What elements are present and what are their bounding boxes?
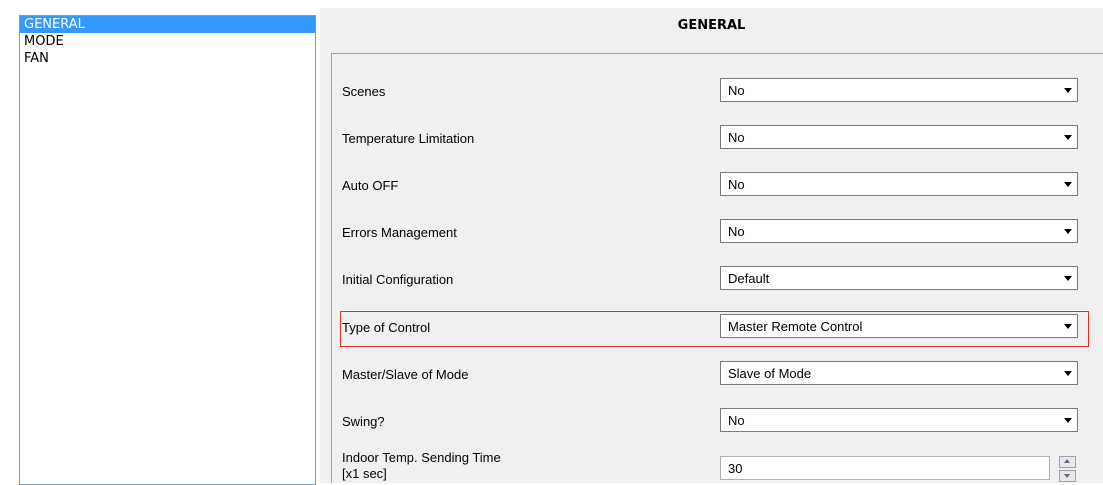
sending-time-spinner: [1059, 456, 1076, 482]
master-slave-mode-dropdown[interactable]: Slave of Mode: [720, 361, 1078, 385]
type-of-control-value: Master Remote Control: [728, 319, 863, 334]
errors-management-dropdown[interactable]: No: [720, 219, 1078, 243]
chevron-down-icon: [1064, 182, 1072, 187]
initial-configuration-label: Initial Configuration: [342, 272, 454, 287]
nav-item-fan[interactable]: FAN: [20, 50, 315, 67]
chevron-down-icon: [1064, 418, 1072, 423]
errors-management-value: No: [728, 224, 745, 239]
chevron-down-icon: [1064, 371, 1072, 376]
sending-time-value: 30: [728, 461, 743, 476]
spin-up-button[interactable]: [1059, 456, 1076, 468]
sending-time-label: Indoor Temp. Sending Time: [342, 450, 501, 465]
sending-time-input[interactable]: 30: [720, 456, 1050, 480]
errors-management-label: Errors Management: [342, 225, 457, 240]
nav-item-general[interactable]: GENERAL: [20, 16, 315, 33]
panel-title: GENERAL: [677, 18, 746, 33]
chevron-down-icon: [1064, 276, 1072, 281]
swing-value: No: [728, 413, 745, 428]
chevron-down-icon: [1064, 229, 1072, 234]
chevron-down-icon: [1064, 88, 1072, 93]
arrow-up-icon: [1064, 459, 1070, 463]
temperature-limitation-value: No: [728, 130, 745, 145]
auto-off-value: No: [728, 177, 745, 192]
temperature-limitation-label: Temperature Limitation: [342, 131, 475, 146]
sending-time-unit-label: [x1 sec]: [342, 466, 387, 481]
initial-configuration-value: Default: [728, 271, 770, 286]
parameter-tree: GENERAL MODE FAN: [19, 15, 316, 485]
swing-dropdown[interactable]: No: [720, 408, 1078, 432]
parameters-panel: GENERAL Scenes No Temperature Limitation…: [320, 8, 1103, 483]
scenes-dropdown[interactable]: No: [720, 78, 1078, 102]
auto-off-label: Auto OFF: [342, 178, 399, 193]
initial-configuration-dropdown[interactable]: Default: [720, 266, 1078, 290]
auto-off-dropdown[interactable]: No: [720, 172, 1078, 196]
nav-item-mode[interactable]: MODE: [20, 33, 315, 50]
temperature-limitation-dropdown[interactable]: No: [720, 125, 1078, 149]
type-of-control-dropdown[interactable]: Master Remote Control: [720, 314, 1078, 338]
scenes-value: No: [728, 83, 745, 98]
scenes-label: Scenes: [342, 84, 386, 99]
spin-down-button[interactable]: [1059, 470, 1076, 482]
chevron-down-icon: [1064, 324, 1072, 329]
parameters-list: Scenes No Temperature Limitation No Auto…: [331, 53, 1103, 483]
master-slave-mode-label: Master/Slave of Mode: [342, 367, 469, 382]
chevron-down-icon: [1064, 135, 1072, 140]
master-slave-mode-value: Slave of Mode: [728, 366, 812, 381]
swing-label: Swing?: [342, 414, 385, 429]
type-of-control-label: Type of Control: [342, 320, 431, 335]
arrow-down-icon: [1064, 474, 1070, 478]
